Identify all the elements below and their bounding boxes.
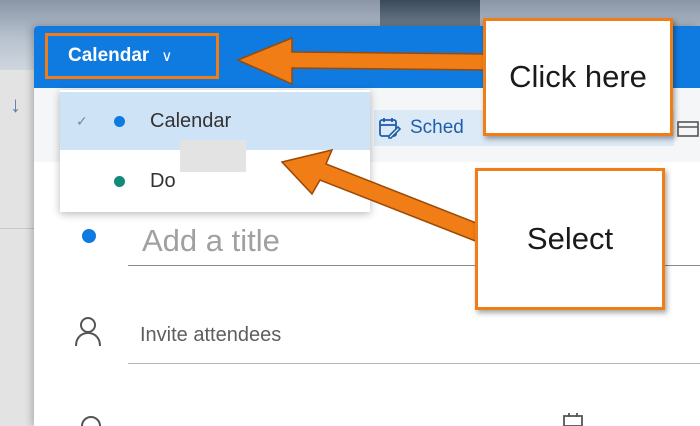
click-here-callout: Click here (483, 18, 673, 136)
calendar-option-label: Calendar (150, 109, 232, 132)
background-landscape (380, 0, 480, 26)
scheduling-assistant-label: Sched (410, 117, 464, 138)
person-icon (75, 317, 101, 347)
calendar-color-dot (114, 115, 125, 127)
more-options-icon[interactable] (674, 116, 700, 140)
clock-icon (81, 416, 101, 426)
calendar-color-dot (114, 175, 125, 187)
checkmark-icon: ✓ (76, 112, 88, 129)
calendar-icon (563, 413, 583, 426)
calendar-color-dot (82, 229, 96, 243)
calendar-selector-label: Calendar (68, 45, 150, 66)
invite-attendees-input[interactable] (128, 308, 700, 364)
select-text: Select (526, 221, 614, 256)
down-arrow-icon: ↓ (10, 92, 21, 117)
select-callout: Select (475, 168, 665, 310)
calendar-option-label: Do (150, 169, 176, 192)
click-here-text: Click here (509, 59, 647, 94)
redacted-text-block (180, 140, 246, 172)
background-divider (0, 228, 34, 229)
chevron-down-icon: ∨ (161, 48, 173, 65)
calendar-edit-icon (379, 118, 402, 139)
calendar-selector-button[interactable]: Calendar ∨ (45, 33, 219, 79)
background-page-edge (0, 70, 34, 426)
